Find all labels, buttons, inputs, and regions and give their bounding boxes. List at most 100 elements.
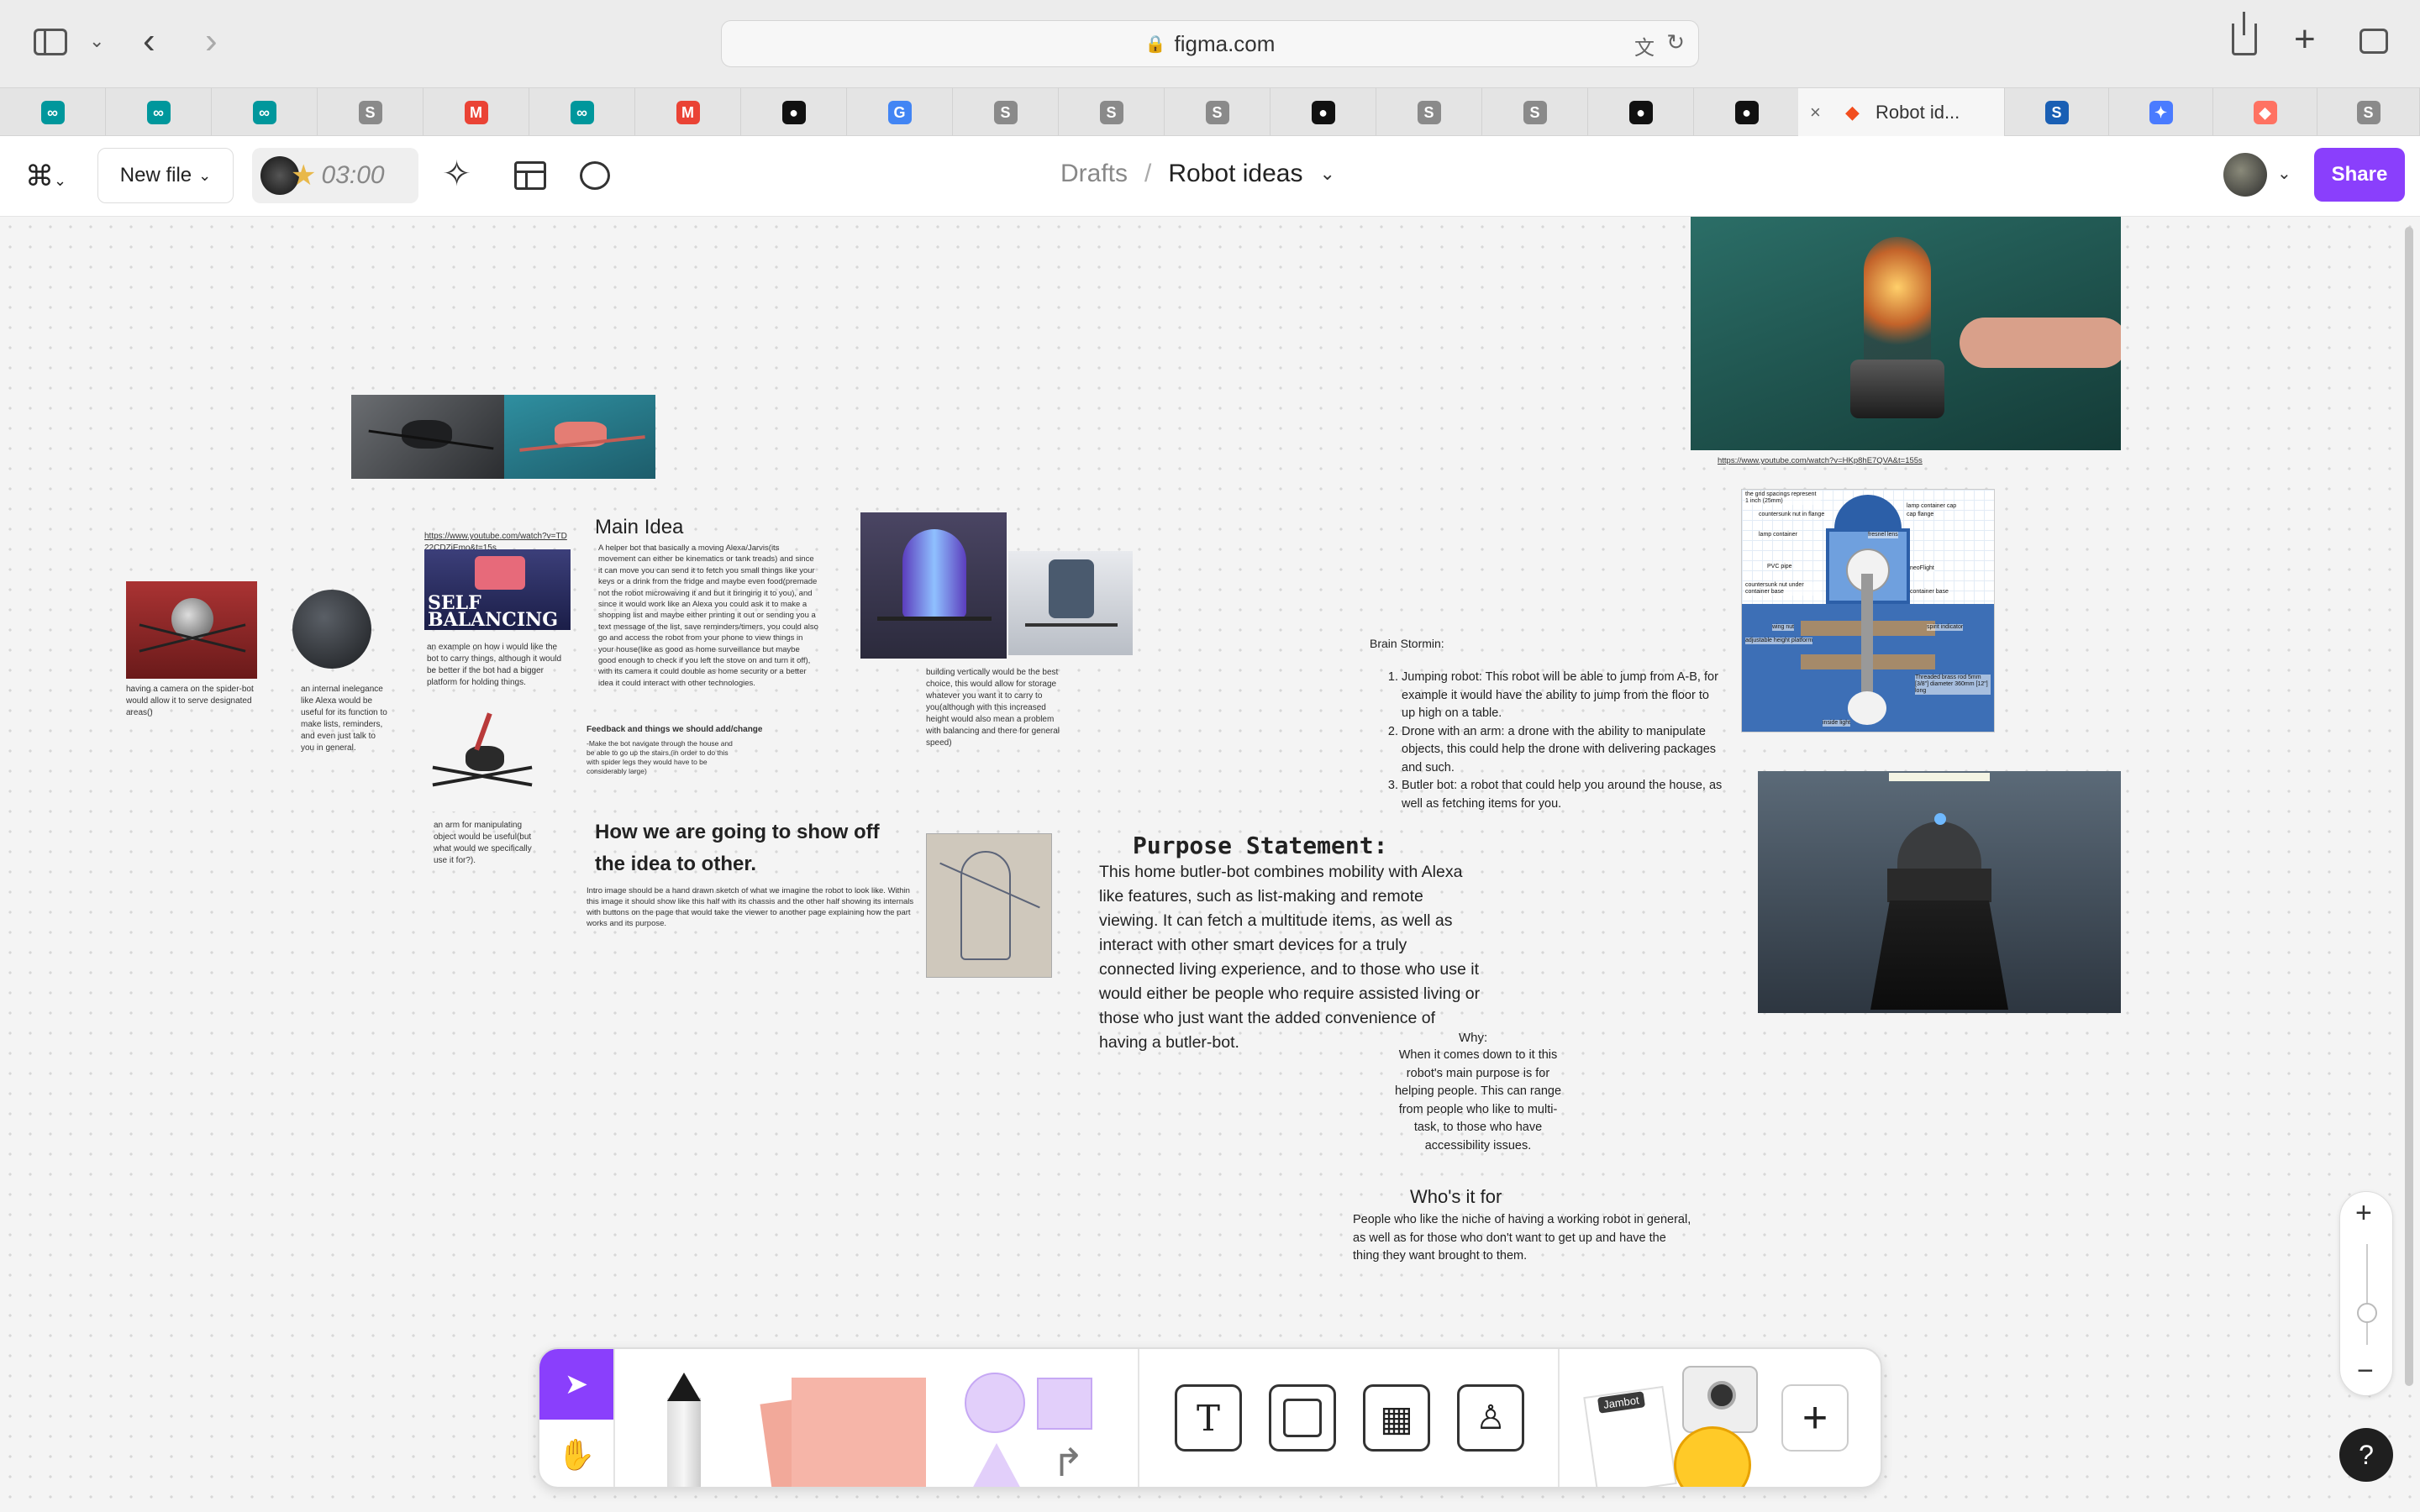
show-off-body[interactable]: Intro image should be a hand drawn sketc…	[587, 885, 924, 929]
whos-body[interactable]: People who like the niche of having a wo…	[1353, 1211, 1694, 1266]
share-page-icon[interactable]	[2232, 12, 2257, 55]
tab-s-14[interactable]: S	[1482, 88, 1588, 137]
layout-template-icon[interactable]	[514, 161, 546, 190]
new-tab-icon[interactable]: +	[2294, 18, 2316, 60]
address-bar[interactable]: 🔒 figma.com 文 ↻	[721, 20, 1699, 67]
forward-arrow-icon[interactable]: ›	[205, 20, 218, 62]
lamp-blueprint-diagram[interactable]: the grid spacings represent 1 inch (25mm…	[1741, 489, 1995, 732]
diagram-label: lamp container	[1759, 532, 1797, 538]
tab-sparkle-after-1[interactable]: ✦	[2109, 88, 2213, 137]
purpose-title[interactable]: Purpose Statement:	[1133, 832, 1387, 859]
show-off-title[interactable]: How we are going to show off the idea to…	[595, 816, 881, 880]
tab-gmail-6[interactable]: M	[635, 88, 741, 137]
help-button[interactable]: ?	[2339, 1428, 2393, 1482]
tab-s-3[interactable]: S	[318, 88, 424, 137]
timer-widget[interactable]: ★ 03:00	[252, 148, 418, 203]
dalek-robot-image[interactable]	[1758, 771, 2121, 1013]
feedback-title[interactable]: Feedback and things we should add/change	[587, 724, 805, 736]
text-tool-button[interactable]: T	[1175, 1384, 1242, 1452]
user-avatar[interactable]	[2223, 153, 2267, 197]
tab-arduino-5[interactable]: ∞	[529, 88, 635, 137]
tab-arduino-2[interactable]: ∞	[212, 88, 318, 137]
github-icon: ●	[1311, 101, 1335, 124]
tab-s-11[interactable]: S	[1165, 88, 1270, 137]
tab-github-15[interactable]: ●	[1588, 88, 1694, 137]
alexa-speaker-image[interactable]	[292, 590, 371, 669]
section-tool-button[interactable]	[1269, 1384, 1336, 1452]
figjam-canvas[interactable]: having a camera on the spider-bot would …	[0, 217, 2420, 1512]
back-arrow-icon[interactable]: ‹	[143, 20, 155, 62]
why-title[interactable]: Why:	[1459, 1030, 1487, 1047]
more-tools-button[interactable]: +	[1781, 1384, 1849, 1452]
arm-spider-robot-image[interactable]	[424, 704, 539, 811]
new-file-button[interactable]: New file ⌄	[97, 148, 234, 203]
tab-overview-icon[interactable]	[2360, 29, 2388, 54]
tab-arduino-0[interactable]: ∞	[0, 88, 106, 137]
led-lamp-image[interactable]	[1691, 217, 2121, 450]
table-tool-button[interactable]: ▦	[1363, 1384, 1430, 1452]
tab-s-after-3[interactable]: S	[2317, 88, 2420, 137]
zoom-out-icon[interactable]: −	[2357, 1355, 2374, 1388]
spider-robot-image-1[interactable]	[351, 395, 504, 479]
tab-s-10[interactable]: S	[1059, 88, 1165, 137]
translate-icon[interactable]: 文	[1634, 31, 1655, 60]
tab-github-16[interactable]: ●	[1694, 88, 1800, 137]
caption-alexa[interactable]: an internal inelegance like Alexa would …	[296, 684, 388, 754]
feedback-body[interactable]: -Make the bot navigate through the house…	[587, 739, 738, 776]
tab-s-after-0[interactable]: S	[2005, 88, 2109, 137]
figma-menu-icon[interactable]: ⌘⌄	[25, 160, 66, 193]
why-body[interactable]: When it comes down to it this robot's ma…	[1388, 1047, 1568, 1155]
tab-github-12[interactable]: ●	[1270, 88, 1376, 137]
spider-robot-image-2[interactable]	[504, 395, 655, 479]
reload-icon[interactable]: ↻	[1666, 29, 1685, 55]
diagram-label: fresnel lens	[1868, 532, 1898, 538]
caption-spider-cam[interactable]: having a camera on the spider-bot would …	[126, 684, 260, 719]
main-idea-body[interactable]: A helper bot that basically a moving Ale…	[598, 543, 818, 689]
vertical-scrollbar[interactable]	[2405, 227, 2413, 1386]
chevron-down-icon[interactable]: ⌄	[89, 30, 104, 52]
caption-carry[interactable]: an example on how i would like the bot t…	[427, 642, 570, 689]
chevron-down-icon[interactable]: ⌄	[2277, 163, 2291, 184]
shapes-tool[interactable]: ↱	[965, 1373, 1124, 1487]
main-idea-title[interactable]: Main Idea	[595, 516, 683, 539]
breadcrumb-drafts[interactable]: Drafts	[1060, 160, 1128, 188]
purple-robot-image[interactable]	[860, 512, 1007, 659]
tab-s-9[interactable]: S	[953, 88, 1059, 137]
purpose-body[interactable]: This home butler-bot combines mobility w…	[1099, 860, 1482, 1055]
file-name[interactable]: Robot ideas	[1168, 160, 1302, 188]
self-balancing-image[interactable]: SELF BALANCING	[424, 549, 571, 630]
tab-google-8[interactable]: G	[847, 88, 953, 137]
chevron-down-icon[interactable]: ⌄	[1319, 163, 1334, 185]
zoom-slider-handle[interactable]	[2357, 1303, 2377, 1323]
caption-arm[interactable]: an arm for manipulating object would be …	[434, 820, 543, 867]
stamp-tool-button[interactable]: ♙	[1457, 1384, 1524, 1452]
youtube-link-2[interactable]: https://www.youtube.com/watch?v=HKp8hE7Q…	[1718, 455, 1923, 467]
close-tab-icon[interactable]: ×	[1810, 102, 1821, 123]
caption-vertical[interactable]: building vertically would be the best ch…	[926, 667, 1071, 749]
zoom-slider[interactable]	[2366, 1244, 2368, 1345]
dock-divider	[1558, 1349, 1560, 1487]
robot-sketch-image[interactable]	[926, 833, 1052, 978]
tab-figma-after-2[interactable]: ◆	[2213, 88, 2317, 137]
widgets-stickers-tool[interactable]: Jambot	[1583, 1366, 1775, 1487]
share-button[interactable]: Share	[2314, 148, 2405, 202]
whos-title[interactable]: Who's it for	[1410, 1186, 1502, 1208]
hand-tool-button[interactable]: ✋	[539, 1420, 613, 1487]
tab-active-robot-ideas[interactable]: × ◆ Robot id...	[1798, 88, 2005, 137]
tab-s-13[interactable]: S	[1376, 88, 1482, 137]
pen-tool[interactable]	[659, 1373, 709, 1487]
sidebar-toggle-icon[interactable]	[34, 29, 67, 55]
text-icon: T	[1196, 1397, 1220, 1439]
select-tool-button[interactable]: ➤	[539, 1349, 613, 1420]
tab-gmail-4[interactable]: M	[424, 88, 529, 137]
ai-sparkle-icon[interactable]: ✧	[442, 153, 471, 194]
zoom-in-icon[interactable]: +	[2355, 1197, 2372, 1230]
sticky-note-tool[interactable]	[760, 1378, 934, 1487]
brainstorm-title[interactable]: Brain Stormin:	[1370, 635, 1444, 652]
spider-camera-robot-image[interactable]	[126, 581, 257, 679]
tab-arduino-1[interactable]: ∞	[106, 88, 212, 137]
tab-github-7[interactable]: ●	[741, 88, 847, 137]
comment-icon[interactable]	[580, 161, 610, 190]
brainstorm-list[interactable]: Jumping robot: This robot will be able t…	[1386, 669, 1723, 813]
legged-cabinet-robot-image[interactable]	[1008, 551, 1133, 655]
